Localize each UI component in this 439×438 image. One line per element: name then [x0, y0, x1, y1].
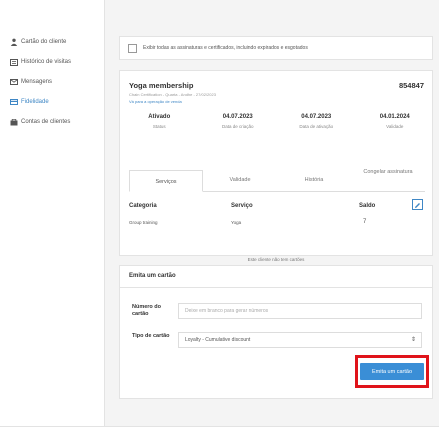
- sidebar: Cartão do cliente Histórico de visitas M…: [0, 0, 105, 426]
- stat-label: Validade: [386, 124, 404, 129]
- pencil-icon: [414, 196, 421, 214]
- issue-button-highlight: Emita um cartão: [355, 355, 429, 388]
- cell-category: Group training: [129, 220, 158, 225]
- tab-validity[interactable]: Validade: [203, 169, 277, 191]
- edit-button[interactable]: [412, 199, 423, 210]
- show-all-filter[interactable]: Exibir todas as assinaturas e certificad…: [119, 36, 433, 60]
- card-type-label: Tipo de cartão: [132, 333, 170, 339]
- bottom-divider: [0, 426, 439, 427]
- stat-value: 04.07.2023: [301, 114, 332, 120]
- card-type-select[interactable]: Loyalty - Cumulative discount ⇕: [178, 332, 422, 348]
- column-header-category: Categoria: [129, 203, 157, 209]
- sidebar-item-client-card[interactable]: Cartão do cliente: [9, 32, 104, 52]
- sidebar-item-label: Contas de clientes: [21, 119, 71, 125]
- stat-value: Ativado: [148, 114, 171, 120]
- sidebar-item-visit-history[interactable]: Histórico de visitas: [9, 52, 104, 72]
- sidebar-item-client-accounts[interactable]: Contas de clientes: [9, 112, 104, 132]
- tab-freeze[interactable]: Congelar assinatura: [351, 165, 425, 191]
- wallet-icon: [9, 118, 18, 127]
- membership-title: Yoga membership: [129, 81, 194, 90]
- stat-activated: 04.07.2023 Data de ativação: [277, 114, 356, 129]
- issue-card-button[interactable]: Emita um cartão: [360, 363, 424, 380]
- stat-label: Data de ativação: [299, 124, 334, 129]
- sidebar-item-label: Cartão do cliente: [21, 39, 67, 45]
- sidebar-item-label: Mensagens: [21, 79, 53, 85]
- stat-created: 04.07.2023 Data de criação: [199, 114, 278, 129]
- list-icon: [9, 58, 18, 67]
- sidebar-item-label: Histórico de visitas: [21, 59, 72, 65]
- stat-value: 04.07.2023: [222, 114, 253, 120]
- sidebar-item-messages[interactable]: Mensagens: [9, 72, 104, 92]
- stat-value: 04.01.2024: [379, 114, 410, 120]
- sale-operation-link[interactable]: Vá para a operação de venda: [129, 99, 424, 104]
- card-number-input[interactable]: Deixe em branco para gerar números: [178, 303, 422, 319]
- select-arrows-icon: ⇕: [410, 337, 416, 343]
- tab-history[interactable]: História: [277, 169, 351, 191]
- sidebar-nav: Cartão do cliente Histórico de visitas M…: [0, 0, 104, 132]
- column-header-service: Serviço: [231, 203, 253, 209]
- card-icon: [9, 98, 18, 107]
- sidebar-item-loyalty[interactable]: Fidelidade: [9, 92, 104, 112]
- card-number-label: Número do cartão: [132, 304, 162, 317]
- membership-subtitle: Chain Certification - Quarta - Andhe - 2…: [129, 92, 216, 97]
- membership-card: Yoga membership 854847 Chain Certificati…: [119, 70, 433, 256]
- stat-validity: 04.01.2024 Validade: [356, 114, 435, 129]
- stat-status: Ativado Status: [120, 114, 199, 129]
- issue-card-panel: Emita um cartão Número do cartão Deixe e…: [119, 265, 433, 399]
- cell-balance: 7: [363, 219, 367, 225]
- issue-card-title: Emita um cartão: [120, 266, 432, 288]
- user-icon: [9, 38, 18, 47]
- cell-service: Yoga: [231, 220, 242, 225]
- stat-label: Status: [152, 124, 166, 129]
- main-content: Exibir todas as assinaturas e certificad…: [105, 0, 439, 426]
- show-all-label: Exibir todas as assinaturas e certificad…: [143, 45, 308, 51]
- membership-header: Yoga membership 854847 Chain Certificati…: [129, 81, 424, 104]
- column-header-balance: Saldo: [359, 203, 376, 209]
- no-cards-message: Este cliente não tem cartões: [247, 257, 305, 262]
- card-type-value: Loyalty - Cumulative discount: [185, 337, 251, 343]
- membership-tabs: Serviços Validade História Congelar assi…: [129, 165, 425, 192]
- envelope-icon: [9, 78, 18, 87]
- membership-stats: Ativado Status 04.07.2023 Data de criaçã…: [120, 114, 434, 129]
- show-all-checkbox[interactable]: [128, 43, 137, 53]
- tab-services[interactable]: Serviços: [129, 170, 203, 192]
- card-type-row: Tipo de cartão Loyalty - Cumulative disc…: [132, 332, 422, 348]
- stat-label: Data de criação: [221, 124, 254, 129]
- card-number-row: Número do cartão Deixe em branco para ge…: [132, 303, 422, 319]
- sidebar-item-label: Fidelidade: [21, 99, 49, 105]
- membership-number: 854847: [398, 81, 424, 90]
